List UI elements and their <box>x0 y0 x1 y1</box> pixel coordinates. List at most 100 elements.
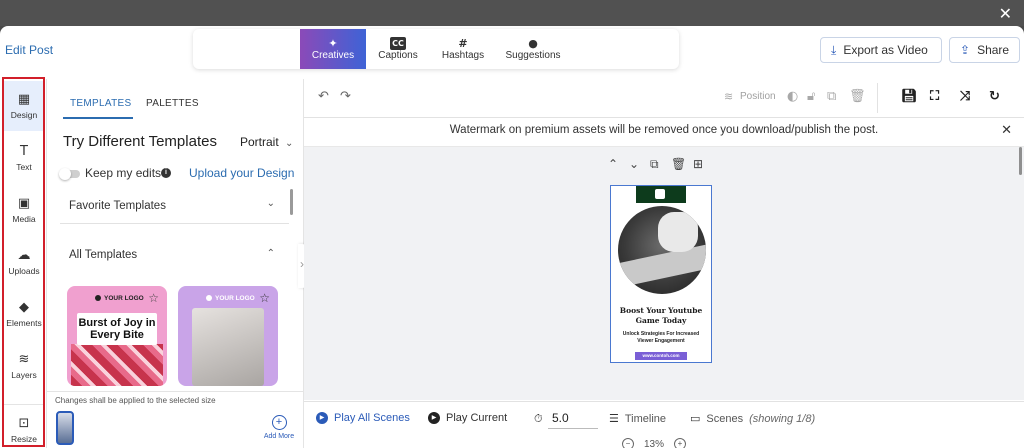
tab-hashtags[interactable]: # Hashtags <box>433 29 493 69</box>
sidebar-item-media[interactable]: ▣ Media <box>4 185 44 235</box>
play-icon: ▶ <box>316 412 328 424</box>
play-current-label: Play Current <box>446 412 508 424</box>
tab-palettes[interactable]: PALETTES <box>146 98 199 109</box>
play-all-label: Play All Scenes <box>334 412 410 424</box>
keep-edits-toggle[interactable] <box>59 168 80 180</box>
orientation-select[interactable]: Portrait ⌄ <box>240 135 293 149</box>
sidebar-item-label: Uploads <box>8 266 40 276</box>
timeline-button[interactable]: ☰ Timeline <box>609 412 666 425</box>
all-templates-label: All Templates <box>69 249 138 261</box>
sidebar-item-design[interactable]: ▦ Design <box>4 81 44 131</box>
tab-creatives[interactable]: ✦ Creatives <box>300 29 366 69</box>
favorite-templates-accordion[interactable]: Favorite Templates ⌄ <box>60 191 289 224</box>
close-icon[interactable]: ✕ <box>999 4 1012 23</box>
save-icon[interactable]: 💾︎ <box>901 89 918 104</box>
cc-icon: CC <box>390 37 406 50</box>
scenes-button[interactable]: ▭ Scenes (showing 1/8) <box>690 412 815 425</box>
chevron-up-icon[interactable]: ⌃ <box>608 157 618 171</box>
star-icon[interactable]: ☆ <box>259 291 270 305</box>
sidebar-item-label: Elements <box>6 318 42 328</box>
tab-label: Hashtags <box>441 50 485 61</box>
play-current-button[interactable]: ▶ Play Current <box>428 412 507 424</box>
info-icon[interactable]: i <box>161 168 171 178</box>
left-rail: ▦ Design T Text ▣ Media ☁ Uploads ◆ Elem… <box>0 79 47 448</box>
close-icon[interactable]: ✕ <box>1001 123 1012 138</box>
position-button[interactable]: Position <box>740 91 776 102</box>
copy-icon[interactable]: ⧉ <box>650 157 659 172</box>
magic-wand-icon: ✦ <box>328 37 338 50</box>
share-button[interactable]: ⇪ Share <box>949 37 1020 63</box>
share-label: Share <box>977 43 1010 57</box>
sidebar-item-uploads[interactable]: ☁ Uploads <box>4 237 44 287</box>
shuffle-icon[interactable]: ⤨ <box>960 89 970 104</box>
chevron-up-icon: ⌃ <box>266 248 275 259</box>
resize-icon: ⊡ <box>18 416 30 431</box>
stopwatch-icon: ⏱︎ <box>534 412 543 425</box>
trash-icon[interactable]: 🗑︎ <box>849 89 866 104</box>
add-more-label: Add More <box>263 433 295 440</box>
scenes-count: (showing 1/8) <box>749 412 816 425</box>
chevron-down-icon: ⌄ <box>266 198 275 209</box>
design-subtitle: Unlock Strategies For Increased Viewer E… <box>622 331 700 344</box>
all-templates-accordion[interactable]: All Templates ⌃ <box>60 243 289 269</box>
hashtag-icon: # <box>458 37 468 50</box>
sidebar-item-layers[interactable]: ≋ Layers <box>4 341 44 391</box>
redo-icon[interactable]: ↷ <box>340 89 351 104</box>
play-icon: ▶ <box>428 412 440 424</box>
zoom-in-icon[interactable]: + <box>674 438 687 448</box>
design-icon: ▦ <box>17 92 31 107</box>
play-all-button[interactable]: ▶ Play All Scenes <box>316 412 410 424</box>
share-icon: ⇪ <box>960 43 971 57</box>
zoom-level: 13% <box>644 438 665 448</box>
duplicate-icon[interactable]: ⧉ <box>827 89 836 104</box>
tab-suggestions[interactable]: ● Suggestions <box>498 29 568 69</box>
chevron-down-icon[interactable]: ⌄ <box>629 157 639 171</box>
upload-design-link[interactable]: Upload your Design <box>189 166 294 180</box>
template-logo: YOUR LOGO <box>95 295 144 302</box>
panel-footer: Changes shall be applied to the selected… <box>47 391 303 448</box>
notice-text: Watermark on premium assets will be remo… <box>449 124 879 136</box>
watermark-notice: Watermark on premium assets will be remo… <box>304 118 1024 147</box>
text-icon: T <box>20 144 28 159</box>
lock-icon[interactable]: 🔓︎ <box>807 89 815 104</box>
media-icon: ▣ <box>17 196 31 211</box>
sidebar-item-resize[interactable]: ⊡ Resize <box>4 404 44 448</box>
stage-scrollbar[interactable] <box>1019 147 1022 175</box>
fullscreen-icon[interactable]: ⛶ <box>930 89 939 104</box>
canvas-stage: ⌃ ⌄ ⧉ 🗑︎ ⊞ Boost Your Youtube Game Today… <box>304 147 1024 400</box>
export-label: Export as Video <box>843 43 928 57</box>
active-tab-underline <box>63 117 133 119</box>
size-thumbnail[interactable] <box>56 411 74 445</box>
film-icon: ▭ <box>690 412 701 425</box>
add-more-button[interactable]: + Add More <box>263 415 295 440</box>
zoom-control: − 13% + <box>622 437 702 448</box>
tab-label: Creatives <box>311 50 355 61</box>
size-note: Changes shall be applied to the selected… <box>55 396 216 405</box>
opacity-icon[interactable]: ◐ <box>787 89 798 104</box>
design-preview[interactable]: Boost Your Youtube Game Today Unlock Str… <box>610 185 712 363</box>
tab-label: Captions <box>378 50 418 61</box>
template-photo <box>71 344 163 386</box>
timer-icon: ⏱︎ <box>534 412 543 426</box>
trash-icon[interactable]: 🗑︎ <box>671 157 686 171</box>
panel-scrollbar[interactable] <box>290 189 293 215</box>
add-scene-icon[interactable]: ⊞ <box>693 157 703 171</box>
template-card[interactable]: YOUR LOGO ☆ <box>178 286 278 386</box>
star-icon[interactable]: ☆ <box>148 291 159 305</box>
hero-photo <box>618 206 706 294</box>
tab-templates[interactable]: TEMPLATES <box>70 98 131 109</box>
tab-label: Suggestions <box>505 50 561 61</box>
sidebar-item-text[interactable]: T Text <box>4 133 44 183</box>
window-titlebar <box>0 0 1024 26</box>
refresh-icon[interactable]: ↻ <box>989 89 1000 104</box>
template-card[interactable]: YOUR LOGO ☆ Burst of Joy in Every Bite <box>67 286 167 386</box>
orientation-value: Portrait <box>240 135 279 149</box>
sidebar-item-label: Design <box>10 110 38 120</box>
sidebar-item-elements[interactable]: ◆ Elements <box>4 289 44 339</box>
tab-captions[interactable]: CC Captions <box>368 29 428 69</box>
undo-icon[interactable]: ↶ <box>318 89 329 104</box>
zoom-out-icon[interactable]: − <box>622 438 634 448</box>
timeline-icon: ☰ <box>609 412 619 425</box>
duration-input[interactable] <box>548 408 598 429</box>
export-video-button[interactable]: ⤓ Export as Video <box>820 37 942 63</box>
